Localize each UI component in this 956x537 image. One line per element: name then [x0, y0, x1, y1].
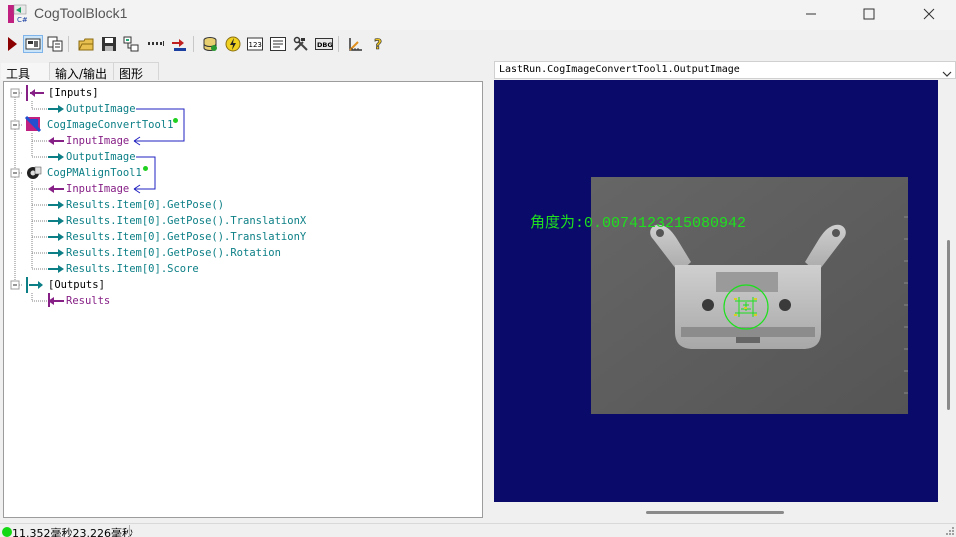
ruler-button[interactable] — [346, 35, 364, 53]
tools-icon — [293, 36, 308, 51]
minimize-icon — [806, 13, 816, 15]
list-icon — [270, 37, 286, 51]
outputs-marker-icon — [26, 277, 43, 293]
ruler-icon — [349, 38, 362, 51]
tree-node-result-rotation[interactable]: Results.Item[0].GetPose().Rotation — [66, 246, 281, 260]
toolbar: 123 DBG ? — [0, 33, 956, 57]
tree-node-tool2-input[interactable]: InputImage — [66, 182, 129, 196]
dotted-line-icon — [148, 41, 164, 46]
tools-button[interactable] — [292, 35, 310, 53]
tree-node-result-translationx[interactable]: Results.Item[0].GetPose().TranslationX — [66, 214, 306, 228]
copy-button[interactable] — [46, 35, 64, 53]
dotted-line-button[interactable] — [146, 35, 166, 53]
tree-node-result-pose[interactable]: Results.Item[0].GetPose() — [66, 198, 224, 212]
svg-text:?: ? — [374, 37, 382, 52]
inputs-marker-icon — [26, 85, 44, 101]
image-convert-tool-icon — [24, 115, 42, 133]
database-icon — [203, 37, 217, 51]
tree-node-inputs[interactable]: [Inputs] — [48, 86, 99, 100]
tab-tools[interactable]: 工具 — [0, 62, 50, 81]
toolbar-separator — [338, 36, 339, 52]
pmalign-tool-icon — [27, 166, 42, 179]
close-icon — [923, 8, 935, 20]
close-button[interactable] — [906, 0, 952, 28]
numbers-button[interactable]: 123 — [246, 35, 264, 53]
run-button[interactable] — [3, 35, 21, 53]
copy-icon — [47, 36, 63, 52]
lightning-button[interactable] — [224, 35, 242, 53]
run-icon — [8, 37, 17, 51]
image-select-dropdown[interactable]: LastRun.CogImageConvertTool1.OutputImage — [494, 61, 956, 79]
tree-node-input-outputimage[interactable]: OutputImage — [66, 102, 136, 116]
help-icon: ? — [374, 37, 383, 52]
title-bar: C# CogToolBlock1 — [0, 0, 956, 30]
tree-node-output-results[interactable]: Results — [66, 294, 110, 308]
open-icon — [78, 38, 94, 51]
tool1-status-dot — [173, 118, 178, 123]
resize-grip-icon[interactable] — [944, 525, 954, 535]
window-title: CogToolBlock1 — [34, 5, 128, 21]
open-button[interactable] — [77, 35, 95, 53]
tree-node-tool1[interactable]: CogImageConvertTool1 — [47, 118, 173, 132]
minimize-button[interactable] — [788, 0, 834, 28]
maximize-icon — [863, 8, 875, 20]
tree-node-tool1-input[interactable]: InputImage — [66, 134, 129, 148]
lightning-icon — [225, 36, 241, 52]
tool-tabs: 工具 输入/输出 图形 — [0, 61, 490, 81]
save-icon — [102, 37, 116, 51]
tool-tree-panel: [Inputs] OutputImage CogImageConvertTool… — [3, 81, 483, 518]
arrow-in-button[interactable] — [170, 35, 188, 53]
tree-node-result-translationy[interactable]: Results.Item[0].GetPose().TranslationY — [66, 230, 306, 244]
svg-text:C#: C# — [17, 16, 27, 24]
help-button[interactable]: ? — [370, 35, 388, 53]
tab-graphics[interactable]: 图形 — [113, 62, 159, 81]
tree-node-tool2[interactable]: CogPMAlignTool1 — [47, 166, 142, 180]
display-toggle-icon — [25, 38, 41, 50]
image-select-value: LastRun.CogImageConvertTool1.OutputImage — [499, 64, 740, 75]
tab-io[interactable]: 输入/输出 — [49, 62, 114, 81]
status-bar: 11.352毫秒23.226毫秒 — [0, 523, 956, 537]
tree-node-outputs[interactable]: [Outputs] — [48, 278, 105, 292]
display-horizontal-scroll-thumb[interactable] — [646, 511, 784, 514]
run-status-indicator — [2, 527, 12, 537]
maximize-button[interactable] — [846, 0, 892, 28]
numbers-icon: 123 — [247, 37, 263, 51]
application-window: C# CogToolBlock1 123 DBG ? 工具 输入/输出 图形 [… — [0, 0, 956, 537]
display-toggle-button[interactable] — [23, 35, 43, 53]
tree-node-tool1-output[interactable]: OutputImage — [66, 150, 136, 164]
status-timing-text: 11.352毫秒23.226毫秒 — [12, 527, 133, 537]
image-display[interactable]: 角度为:0.0074123215080942 — [494, 80, 938, 502]
list-button[interactable] — [269, 35, 287, 53]
svg-text:DBG: DBG — [317, 41, 333, 49]
link-button[interactable] — [122, 35, 140, 53]
tree-node-result-score[interactable]: Results.Item[0].Score — [66, 262, 199, 276]
dbg-button[interactable]: DBG — [314, 35, 334, 53]
save-button[interactable] — [100, 35, 118, 53]
angle-result-label: 角度为:0.0074123215080942 — [530, 215, 747, 232]
link-icon — [123, 36, 139, 52]
arrow-in-icon — [172, 39, 186, 51]
cognex-app-icon: C# — [7, 4, 28, 24]
toolbar-separator — [193, 36, 194, 52]
toolbar-separator — [68, 36, 69, 52]
display-vertical-scrollbar[interactable] — [946, 80, 956, 502]
dbg-icon: DBG — [315, 38, 333, 50]
vertical-scroll-thumb[interactable] — [947, 240, 950, 410]
svg-text:123: 123 — [249, 41, 262, 49]
database-button[interactable] — [201, 35, 219, 53]
status-divider — [129, 525, 130, 537]
tool2-status-dot — [143, 166, 148, 171]
